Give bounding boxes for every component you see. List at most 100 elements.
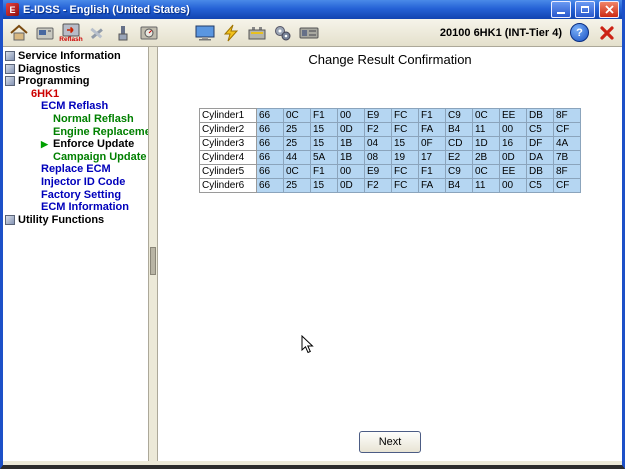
sidebar-item-6hk1[interactable]: 6HK1 (3, 88, 148, 101)
hex-value-cell: FC (392, 165, 419, 179)
sidebar-item-label: Replace ECM (41, 163, 111, 176)
sidebar-item-injector-id-code[interactable]: Injector ID Code (3, 176, 148, 189)
hex-value-cell: 0C (284, 109, 311, 123)
hex-value-cell: 25 (284, 179, 311, 193)
maximize-button[interactable] (575, 1, 595, 18)
hex-value-cell: 66 (257, 109, 284, 123)
hex-value-cell: 00 (338, 109, 365, 123)
reflash-icon[interactable]: Reflash (60, 21, 82, 45)
sidebar-item-engine-replacement[interactable]: Engine Replacement (3, 126, 148, 139)
probe-icon[interactable] (112, 21, 134, 45)
cylinder-label: Cylinder2 (200, 123, 257, 137)
hex-value-cell: 66 (257, 151, 284, 165)
exit-button[interactable] (597, 24, 617, 42)
hex-value-cell: 00 (500, 179, 527, 193)
monitor-icon[interactable] (194, 21, 216, 45)
sidebar-item-enforce-update[interactable]: ▶Enforce Update (3, 138, 148, 151)
hex-value-cell: FA (419, 123, 446, 137)
splitter-handle[interactable] (150, 247, 156, 275)
home-icon[interactable] (8, 21, 30, 45)
tools-icon[interactable] (86, 21, 108, 45)
flash-programming-icon[interactable] (220, 21, 242, 45)
vehicle-info-icon[interactable] (34, 21, 56, 45)
hex-value-cell: 4A (554, 137, 581, 151)
close-icon (605, 5, 614, 14)
sidebar-item-label: Enforce Update (53, 138, 134, 151)
sidebar-item-label: Service Information (18, 50, 121, 63)
sidebar-item-label: Engine Replacement (53, 126, 148, 139)
hex-value-cell: CF (554, 123, 581, 137)
minimize-button[interactable] (551, 1, 571, 18)
hex-value-cell: 00 (338, 165, 365, 179)
close-button[interactable] (599, 1, 619, 18)
hex-value-cell: 15 (392, 137, 419, 151)
hex-value-cell: 15 (311, 123, 338, 137)
hex-value-cell: F2 (365, 123, 392, 137)
sidebar-item-replace-ecm[interactable]: Replace ECM (3, 163, 148, 176)
sidebar-item-label: Programming (18, 75, 90, 88)
hex-value-cell: F1 (419, 109, 446, 123)
hex-value-cell: 0D (338, 123, 365, 137)
hex-value-cell: 0F (419, 137, 446, 151)
hex-value-cell: 11 (473, 123, 500, 137)
sidebar-item-label: Factory Setting (41, 189, 121, 202)
next-button[interactable]: Next (359, 431, 421, 453)
vehicle-code: 20100 6HK1 (INT-Tier 4) (440, 27, 562, 39)
help-button[interactable]: ? (570, 23, 589, 42)
app-logo-icon: E (6, 3, 19, 16)
sidebar-splitter[interactable] (148, 47, 158, 461)
hex-value-cell: 66 (257, 179, 284, 193)
hex-value-cell: 19 (392, 151, 419, 165)
window-title: E-IDSS - English (United States) (23, 4, 547, 16)
sidebar-item-normal-reflash[interactable]: Normal Reflash (3, 113, 148, 126)
hex-value-cell: E2 (446, 151, 473, 165)
hex-value-cell: C9 (446, 165, 473, 179)
hex-value-cell: 16 (500, 137, 527, 151)
hex-value-cell: 5A (311, 151, 338, 165)
hex-value-cell: C9 (446, 109, 473, 123)
hex-value-cell: 17 (419, 151, 446, 165)
diagnostics-icon (5, 64, 15, 74)
sidebar-item-utility-functions[interactable]: Utility Functions (3, 214, 148, 227)
hex-value-cell: 1B (338, 137, 365, 151)
cylinder-label: Cylinder4 (200, 151, 257, 165)
sidebar-item-diagnostics[interactable]: Diagnostics (3, 63, 148, 76)
maximize-icon (581, 6, 589, 13)
hex-value-cell: 66 (257, 123, 284, 137)
hex-value-cell: 08 (365, 151, 392, 165)
sidebar-item-factory-setting[interactable]: Factory Setting (3, 189, 148, 202)
hex-value-cell: F2 (365, 179, 392, 193)
sidebar-item-label: ECM Reflash (41, 100, 108, 113)
sidebar-item-label: 6HK1 (31, 88, 59, 101)
hex-value-cell: 66 (257, 137, 284, 151)
sidebar-item-label: Campaign Update (53, 151, 147, 164)
sidebar-item-label: ECM Information (41, 201, 129, 214)
hex-value-cell: F1 (311, 165, 338, 179)
table-row: Cylinder66625150DF2FCFAB41100C5CF (200, 179, 581, 193)
hex-value-cell: F1 (311, 109, 338, 123)
battery-icon[interactable] (246, 21, 268, 45)
hex-value-cell: DB (527, 109, 554, 123)
sidebar-item-campaign-update[interactable]: Campaign Update (3, 151, 148, 164)
utility-icon (5, 215, 15, 225)
service-info-icon (5, 51, 15, 61)
cylinder-label: Cylinder1 (200, 109, 257, 123)
hex-value-cell: FC (392, 179, 419, 193)
hex-value-cell: 8F (554, 165, 581, 179)
result-table: Cylinder1660CF100E9FCF1C90CEEDB8FCylinde… (199, 108, 581, 193)
hex-value-cell: 7B (554, 151, 581, 165)
reflash-icon-label: Reflash (59, 37, 82, 43)
hex-value-cell: 00 (500, 123, 527, 137)
sidebar-item-ecm-reflash[interactable]: ECM Reflash (3, 100, 148, 113)
hex-value-cell: DB (527, 165, 554, 179)
sidebar-item-programming[interactable]: Programming (3, 75, 148, 88)
hex-value-cell: FA (419, 179, 446, 193)
ecu-icon[interactable] (298, 21, 320, 45)
table-row: Cylinder1660CF100E9FCF1C90CEEDB8F (200, 109, 581, 123)
sidebar-item-service-information[interactable]: Service Information (3, 50, 148, 63)
table-row: Cylinder36625151B04150FCD1D16DF4A (200, 137, 581, 151)
settings-gears-icon[interactable] (272, 21, 294, 45)
hex-value-cell: 15 (311, 179, 338, 193)
sidebar-item-ecm-information[interactable]: ECM Information (3, 201, 148, 214)
meter-icon[interactable] (138, 21, 160, 45)
